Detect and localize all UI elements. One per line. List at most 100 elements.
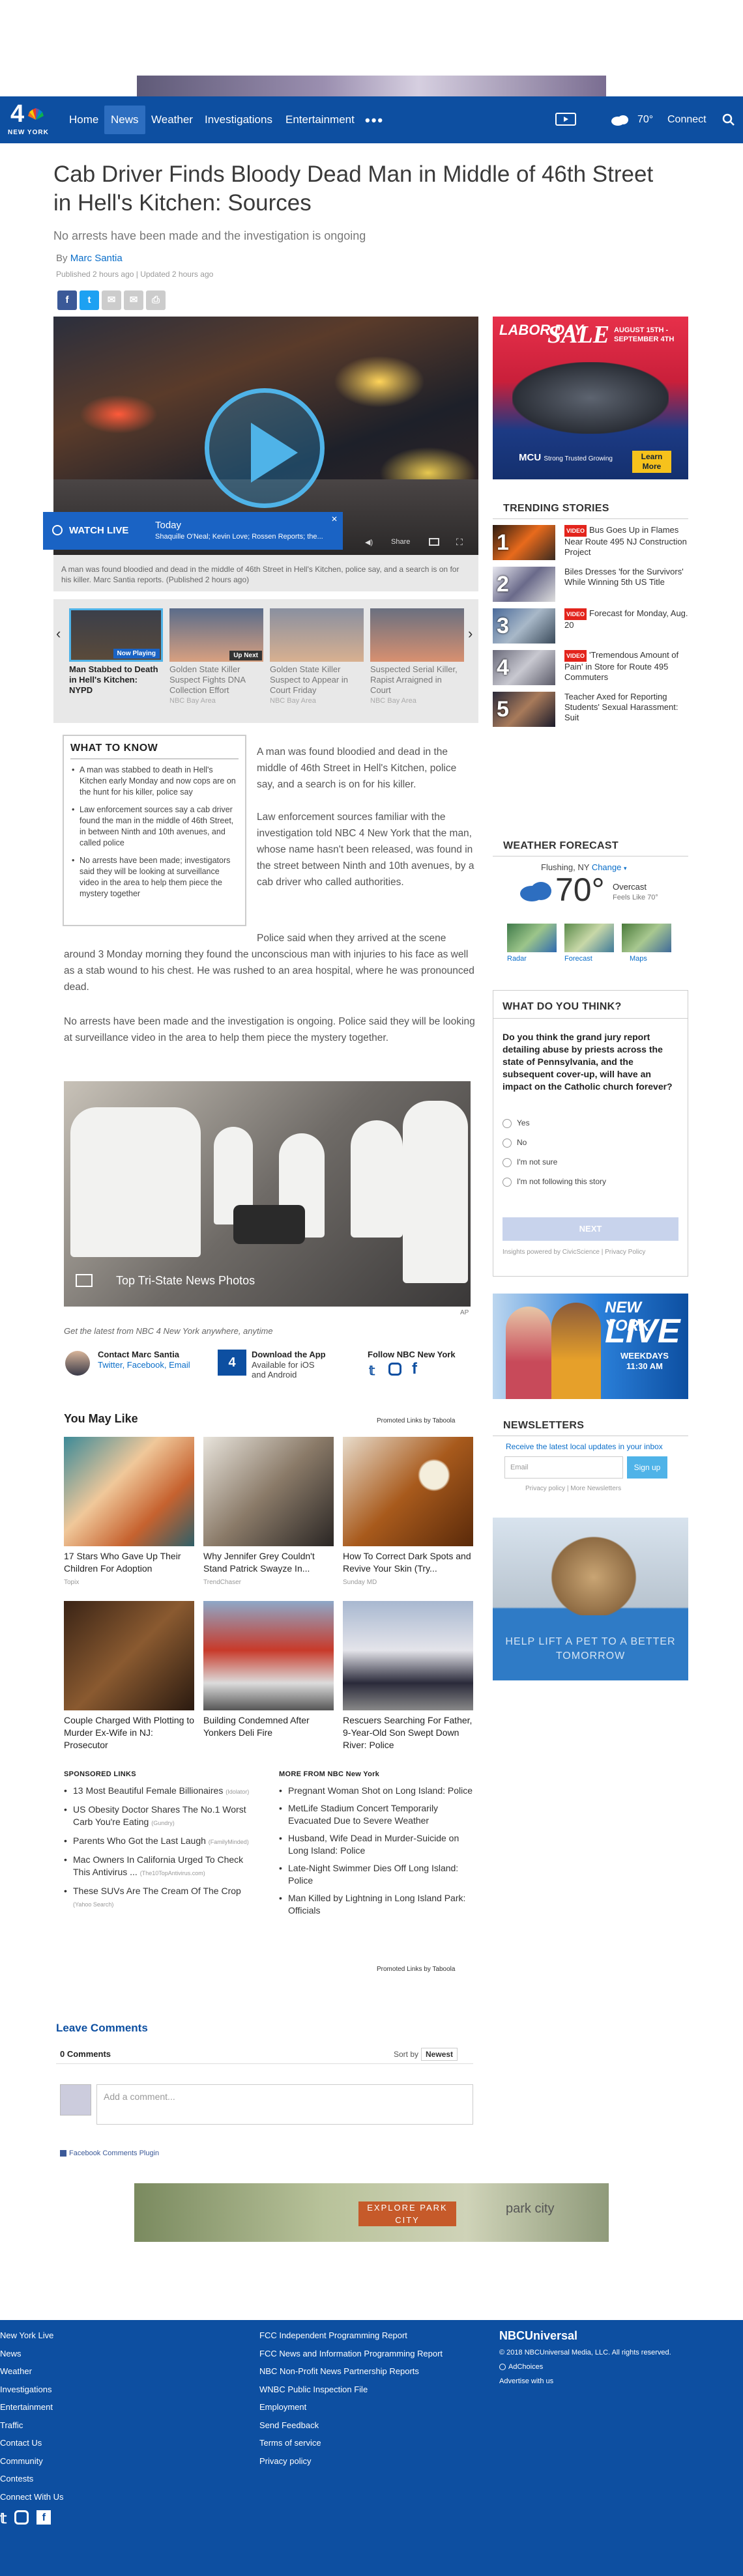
nbcuniversal-logo[interactable]: NBCUniversal <box>499 2329 577 2343</box>
live-tv-icon[interactable] <box>555 96 576 143</box>
new-york-live-promo[interactable]: NEW YORK LIVE WEEKDAYS 11:30 AM <box>493 1294 688 1399</box>
sponsored-link[interactable]: US Obesity Doctor Shares The No.1 Worst … <box>64 1804 259 1830</box>
trending-item[interactable]: 3 VIDEO Forecast for Monday, Aug. 20 <box>493 608 688 645</box>
carousel-thumb-3[interactable] <box>270 608 364 662</box>
play-button-icon[interactable] <box>205 388 325 508</box>
sort-by-dropdown[interactable]: Newest <box>421 2048 458 2061</box>
message-share-button[interactable]: ✉ <box>124 290 143 310</box>
taboola-promoted-label[interactable]: Promoted Links by Taboola <box>377 1966 455 1973</box>
carousel-title-4[interactable]: Suspected Serial Killer, Rapist Arraigne… <box>370 664 464 706</box>
carousel-next-arrow[interactable]: › <box>468 625 473 642</box>
twitter-share-button[interactable]: t <box>80 290 99 310</box>
nav-home[interactable]: Home <box>63 96 105 143</box>
sort-by-control[interactable]: Sort by Newest <box>394 2048 458 2061</box>
recommendation-image[interactable] <box>343 1601 473 1710</box>
footer-link[interactable]: Contact Us <box>0 2434 64 2452</box>
footer-link[interactable]: Send Feedback <box>259 2416 443 2435</box>
newsletter-email-input[interactable]: Email <box>504 1456 623 1479</box>
recommendation-link[interactable]: Building Condemned After Yonkers Deli Fi… <box>203 1714 334 1739</box>
nav-weather[interactable]: Weather <box>145 96 199 143</box>
facebook-icon[interactable]: f <box>36 2510 51 2525</box>
footer-link[interactable]: Connect With Us <box>0 2488 64 2506</box>
radar-link[interactable]: Radar <box>507 955 527 963</box>
poll-option[interactable]: I'm not following this story <box>503 1177 606 1187</box>
recommendation-link[interactable]: Rescuers Searching For Father, 9-Year-Ol… <box>343 1714 473 1751</box>
footer-link[interactable]: Terms of service <box>259 2434 443 2452</box>
nbc4-logo[interactable]: 4 NEW YORK <box>8 100 55 137</box>
fullscreen-icon[interactable]: ⛶ <box>456 537 463 548</box>
download-app-title[interactable]: Download the App <box>252 1350 326 1359</box>
trending-item[interactable]: 4 VIDEO 'Tremendous Amount of Pain' in St… <box>493 650 688 686</box>
close-icon[interactable]: ✕ <box>331 515 338 524</box>
carousel-title-1[interactable]: Man Stabbed to Death in Hell's Kitchen: … <box>69 664 163 696</box>
footer-link[interactable]: NBC Non-Profit News Partnership Reports <box>259 2362 443 2381</box>
ad-learn-more-button[interactable]: Learn More <box>632 451 671 473</box>
more-from-link[interactable]: Man Killed by Lightning in Long Island P… <box>279 1892 474 1917</box>
facebook-share-button[interactable]: f <box>57 290 77 310</box>
carousel-thumb-2[interactable]: Up Next <box>169 608 263 662</box>
poll-option[interactable]: No <box>503 1138 527 1148</box>
sidebar-ad[interactable]: LABOR DAY SALE AUGUST 15TH - SEPTEMBER 4… <box>493 317 688 479</box>
recommendation-link[interactable]: Why Jennifer Grey Couldn't Stand Patrick… <box>203 1550 334 1589</box>
footer-link[interactable]: Contests <box>0 2470 64 2488</box>
poll-next-button[interactable]: NEXT <box>503 1217 678 1241</box>
trending-item[interactable]: 2 Biles Dresses 'for the Survivors' Whil… <box>493 567 688 603</box>
poll-option[interactable]: Yes <box>503 1118 530 1128</box>
maps-link[interactable]: Maps <box>630 955 647 963</box>
facebook-icon[interactable]: f <box>412 1360 417 1378</box>
footer-link[interactable]: Entertainment <box>0 2398 64 2416</box>
more-from-link[interactable]: Late-Night Swimmer Dies Off Long Island:… <box>279 1862 474 1887</box>
newsletter-links[interactable]: Privacy policy | More Newsletters <box>525 1485 621 1492</box>
instagram-icon[interactable] <box>388 1363 401 1376</box>
sponsored-link[interactable]: These SUVs Are The Cream Of The Crop (Ya… <box>64 1885 259 1911</box>
carousel-prev-arrow[interactable]: ‹ <box>56 625 61 642</box>
footer-link[interactable]: WNBC Public Inspection File <box>259 2381 443 2399</box>
forecast-thumbnail[interactable] <box>564 924 614 952</box>
footer-link[interactable]: Weather <box>0 2362 64 2381</box>
pet-adoption-ad[interactable]: HELP LIFT A PET TO A BETTER TOMORROW <box>493 1518 688 1680</box>
footer-link[interactable]: New York Live <box>0 2327 64 2345</box>
nav-connect[interactable]: Connect <box>667 96 707 143</box>
recommendation-link[interactable]: Couple Charged With Plotting to Murder E… <box>64 1714 194 1751</box>
email-share-button[interactable]: ✉ <box>102 290 121 310</box>
newsletter-signup-button[interactable]: Sign up <box>627 1456 667 1479</box>
footer-link[interactable]: News <box>0 2345 64 2363</box>
carousel-thumb-4[interactable] <box>370 608 464 662</box>
footer-link[interactable]: Community <box>0 2452 64 2470</box>
sponsored-link[interactable]: Mac Owners In California Urged To Check … <box>64 1854 259 1880</box>
watch-live-bar[interactable]: WATCH LIVE Today Shaquille O'Neal; Kevin… <box>43 512 343 550</box>
carousel-thumb-1[interactable]: Now Playing <box>69 608 163 662</box>
recommendation-image[interactable] <box>343 1437 473 1546</box>
recommendation-image[interactable] <box>203 1601 334 1710</box>
poll-footer[interactable]: Insights powered by CivicScience | Priva… <box>503 1249 645 1256</box>
more-from-link[interactable]: MetLife Stadium Concert Temporarily Evac… <box>279 1802 474 1827</box>
nav-investigations[interactable]: Investigations <box>198 96 279 143</box>
weather-cloud-icon[interactable] <box>610 96 630 143</box>
sponsored-link[interactable]: Parents Who Got the Last Laugh (FamilyMi… <box>64 1835 259 1848</box>
recommendation-link[interactable]: How To Correct Dark Spots and Revive You… <box>343 1550 473 1589</box>
trending-item[interactable]: 1 VIDEO Bus Goes Up in Flames Near Route … <box>493 525 688 561</box>
poll-option[interactable]: I'm not sure <box>503 1157 557 1167</box>
bottom-banner-ad[interactable]: EXPLORE PARK CITY park city <box>134 2183 609 2242</box>
author-link[interactable]: Marc Santia <box>70 253 123 264</box>
maps-thumbnail[interactable] <box>622 924 671 952</box>
recommendation-image[interactable] <box>64 1601 194 1710</box>
photo-gallery[interactable]: Top Tri-State News Photos <box>64 1081 471 1307</box>
top-banner-ad[interactable] <box>137 76 606 96</box>
carousel-title-2[interactable]: Golden State Killer Suspect Fights DNA C… <box>169 664 263 706</box>
more-menu-icon[interactable]: ••• <box>365 112 384 129</box>
footer-link[interactable]: Investigations <box>0 2381 64 2399</box>
adchoices-link[interactable]: AdChoices <box>499 2363 543 2371</box>
trending-item[interactable]: 5 Teacher Axed for Reporting Students' S… <box>493 692 688 728</box>
advertise-link[interactable]: Advertise with us <box>499 2377 553 2385</box>
nav-news[interactable]: News <box>104 106 145 134</box>
more-from-link[interactable]: Husband, Wife Dead in Murder-Suicide on … <box>279 1832 474 1857</box>
recommendation-image[interactable] <box>64 1437 194 1546</box>
nav-temperature[interactable]: 70° <box>637 96 653 143</box>
comment-input[interactable]: Add a comment... <box>96 2084 473 2125</box>
forecast-link[interactable]: Forecast <box>564 955 592 963</box>
footer-link[interactable]: FCC News and Information Programming Rep… <box>259 2345 443 2363</box>
taboola-promoted-label[interactable]: Promoted Links by Taboola <box>377 1417 455 1424</box>
weather-change-location[interactable]: Change <box>592 862 622 872</box>
footer-link[interactable]: Employment <box>259 2398 443 2416</box>
